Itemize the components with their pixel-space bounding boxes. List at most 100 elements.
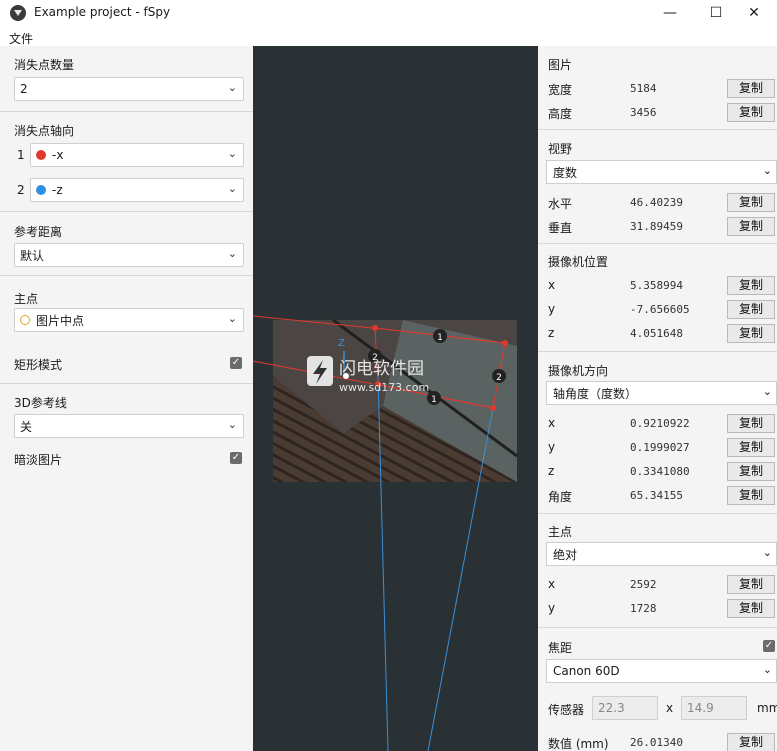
- vp-axis-2-select[interactable]: -z ⌄: [30, 178, 244, 202]
- copy-cam-pos-z-button[interactable]: 复制: [727, 324, 775, 343]
- camera-orientation-title: 摄像机方向: [548, 364, 609, 378]
- image-width-label: 宽度: [548, 83, 573, 97]
- viewport-canvas: 1 2 1 2 Z 闪电软件园 www.sd173.com: [253, 315, 518, 751]
- chevron-down-icon: ⌄: [762, 546, 772, 559]
- vp-axis-1-select[interactable]: -x ⌄: [30, 143, 244, 167]
- chevron-down-icon: ⌄: [227, 81, 237, 94]
- orientation-mode-value: 轴角度（度数）: [553, 386, 638, 401]
- principal-section: 主点 图片中点 ⌄ 矩形模式 ✓: [0, 276, 253, 384]
- sensor-height-input[interactable]: 14.9: [681, 696, 747, 720]
- dim-image-checkbox[interactable]: ✓: [230, 452, 242, 464]
- copy-principal-x-button[interactable]: 复制: [727, 575, 775, 594]
- vp-axis-1-index: 1: [17, 148, 25, 162]
- principal-select[interactable]: 图片中点 ⌄: [14, 308, 244, 332]
- fov-title: 视野: [548, 142, 573, 156]
- camera-position-title: 摄像机位置: [548, 255, 609, 269]
- copy-orient-y-button[interactable]: 复制: [727, 438, 775, 457]
- camera-model-select[interactable]: Canon 60D ⌄: [546, 659, 777, 683]
- watermark-url: www.sd173.com: [339, 381, 429, 394]
- image-height-value: 3456: [630, 106, 657, 119]
- focal-length-title: 焦距: [548, 641, 573, 655]
- ref-distance-select[interactable]: 默认 ⌄: [14, 243, 244, 267]
- copy-orient-angle-button[interactable]: 复制: [727, 486, 775, 505]
- cam-pos-z-label: z: [548, 326, 555, 340]
- control-point-handle[interactable]: [502, 340, 508, 346]
- principal-mode-select[interactable]: 绝对 ⌄: [546, 542, 777, 566]
- fov-section: 视野 度数 ⌄ 水平 46.40239 复制 垂直 31.89459 复制: [538, 130, 777, 244]
- focal-length-section: 焦距 ✓ Canon 60D ⌄ 传感器 22.3 x 14.9 mm 数值 (…: [538, 628, 777, 751]
- chevron-down-icon: ⌄: [227, 182, 237, 195]
- vp-count-section: 消失点数量 2 ⌄: [0, 46, 253, 112]
- ref-distance-value: 默认: [20, 248, 45, 263]
- copy-orient-x-button[interactable]: 复制: [727, 414, 775, 433]
- watermark-title: 闪电软件园: [339, 359, 424, 379]
- copy-fov-vertical-button[interactable]: 复制: [727, 217, 775, 236]
- sensor-label: 传感器: [548, 703, 585, 717]
- minimize-button[interactable]: —: [647, 0, 693, 26]
- copy-cam-pos-y-button[interactable]: 复制: [727, 300, 775, 319]
- image-width-value: 5184: [630, 82, 657, 95]
- chevron-down-icon: ⌄: [227, 247, 237, 260]
- close-button[interactable]: ✕: [731, 0, 777, 26]
- fov-vertical-label: 垂直: [548, 221, 573, 235]
- blue-dot-icon: [36, 185, 46, 195]
- focal-length-checkbox[interactable]: ✓: [763, 640, 775, 652]
- orientation-mode-select[interactable]: 轴角度（度数） ⌄: [546, 381, 777, 405]
- chevron-down-icon: ⌄: [227, 312, 237, 325]
- rect-mode-checkbox[interactable]: ✓: [230, 357, 242, 369]
- vp-axes-title: 消失点轴向: [14, 124, 75, 138]
- copy-width-button[interactable]: 复制: [727, 79, 775, 98]
- orient-z-label: z: [548, 464, 555, 478]
- chevron-down-icon: ⌄: [762, 385, 772, 398]
- copy-focal-button[interactable]: 复制: [727, 733, 775, 751]
- copy-principal-y-button[interactable]: 复制: [727, 599, 775, 618]
- principal-x-label: x: [548, 577, 556, 591]
- window-title: Example project - fSpy: [34, 5, 171, 19]
- reference-photo: [273, 318, 518, 482]
- cam-pos-z-value: 4.051648: [630, 327, 683, 340]
- z-axis-label: Z: [338, 338, 345, 349]
- principal-value: 图片中点: [36, 313, 85, 328]
- vp1-line-2-label: 1: [431, 395, 437, 405]
- focal-value: 26.01340: [630, 736, 683, 749]
- fov-horizontal-label: 水平: [548, 197, 573, 211]
- orient-z-value: 0.3341080: [630, 465, 690, 478]
- cam-pos-y-value: -7.656605: [630, 303, 690, 316]
- orient-angle-label: 角度: [548, 490, 573, 504]
- copy-height-button[interactable]: 复制: [727, 103, 775, 122]
- control-point-handle[interactable]: [372, 325, 378, 331]
- orient-angle-value: 65.34155: [630, 489, 683, 502]
- fov-unit-value: 度数: [553, 165, 578, 180]
- image-viewport[interactable]: 1 2 1 2 Z 闪电软件园 www.sd173.com: [253, 46, 538, 751]
- chevron-down-icon: ⌄: [227, 418, 237, 431]
- ref-distance-title: 参考距离: [14, 225, 63, 239]
- sensor-width-input[interactable]: 22.3: [592, 696, 658, 720]
- right-results-panel: 图片 宽度 5184 复制 高度 3456 复制 视野 度数 ⌄ 水平 46.4…: [538, 46, 777, 751]
- vp-count-select[interactable]: 2 ⌄: [14, 77, 244, 101]
- orient-y-value: 0.1999027: [630, 441, 690, 454]
- fov-unit-select[interactable]: 度数 ⌄: [546, 160, 777, 184]
- principal-y-value: 1728: [630, 602, 657, 615]
- vp-count-value: 2: [20, 82, 28, 96]
- vp-axis-2-index: 2: [17, 183, 25, 197]
- vp-axes-section: 消失点轴向 1 -x ⌄ 2 -z ⌄: [0, 112, 253, 212]
- menu-file[interactable]: 文件: [9, 30, 33, 47]
- cam-pos-x-value: 5.358994: [630, 279, 683, 292]
- chevron-down-icon: ⌄: [762, 663, 772, 676]
- vp1-line-1-label: 1: [437, 333, 443, 343]
- sensor-unit: mm: [757, 701, 777, 715]
- ref-3d-section: 3D参考线 关 ⌄ 暗淡图片 ✓: [0, 384, 253, 472]
- ref-3d-select[interactable]: 关 ⌄: [14, 414, 244, 438]
- orient-y-label: y: [548, 440, 556, 454]
- image-height-label: 高度: [548, 107, 573, 121]
- image-section: 图片 宽度 5184 复制 高度 3456 复制: [538, 46, 777, 130]
- control-point-handle[interactable]: [490, 405, 496, 411]
- copy-fov-horizontal-button[interactable]: 复制: [727, 193, 775, 212]
- title-bar: Example project - fSpy — ☐ ✕: [0, 0, 777, 26]
- image-title: 图片: [548, 58, 573, 72]
- copy-cam-pos-x-button[interactable]: 复制: [727, 276, 775, 295]
- copy-orient-z-button[interactable]: 复制: [727, 462, 775, 481]
- fov-vertical-value: 31.89459: [630, 220, 683, 233]
- orient-x-value: 0.9210922: [630, 417, 690, 430]
- ref-distance-section: 参考距离 默认 ⌄: [0, 212, 253, 276]
